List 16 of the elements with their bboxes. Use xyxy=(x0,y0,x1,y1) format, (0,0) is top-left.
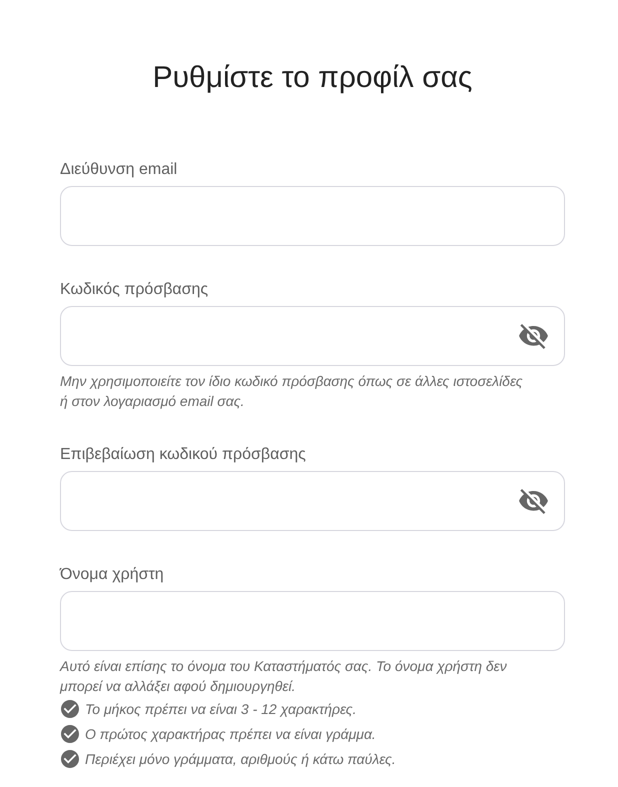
hint-text: Μην χρησιμοποιείτε τον ίδιο κωδικό πρόσβασης όπως σε άλλες ιστοσελίδες ή στον λογαριασμό email σας. xyxy=(60,372,524,411)
rule-text: Περιέχει μόνο γράμματα, αριθμούς ή κάτω παύλες. xyxy=(85,750,396,766)
input-field[interactable] xyxy=(60,186,565,246)
field-label: Επιβεβαίωση κωδικού πρόσβασης xyxy=(60,445,307,465)
rule-text: Ο πρώτος χαρακτήρας πρέπει να είναι γράμμα. xyxy=(85,726,376,742)
password-field[interactable] xyxy=(60,306,565,366)
eye-off-icon[interactable] xyxy=(519,324,548,348)
field-label: Διεύθυνση email xyxy=(60,160,178,180)
eye-off-icon[interactable] xyxy=(519,488,548,514)
field-label: Όνομα χρήστη xyxy=(60,565,165,585)
field-label: Κωδικός πρόσβασης xyxy=(60,280,210,300)
hint-text: Αυτό είναι επίσης το όνομα του Καταστήματός σας. Το όνομα χρήστη δεν μπορεί να αλλάξει αφού δημιουργηθεί. xyxy=(60,657,508,696)
rule-text: Το μήκος πρέπει να είναι 3 - 12 χαρακτήρες. xyxy=(85,700,356,716)
input-field[interactable] xyxy=(60,591,565,651)
password-field[interactable] xyxy=(60,471,565,531)
page-title: Ρυθμίστε το προφίλ σας xyxy=(152,60,474,96)
